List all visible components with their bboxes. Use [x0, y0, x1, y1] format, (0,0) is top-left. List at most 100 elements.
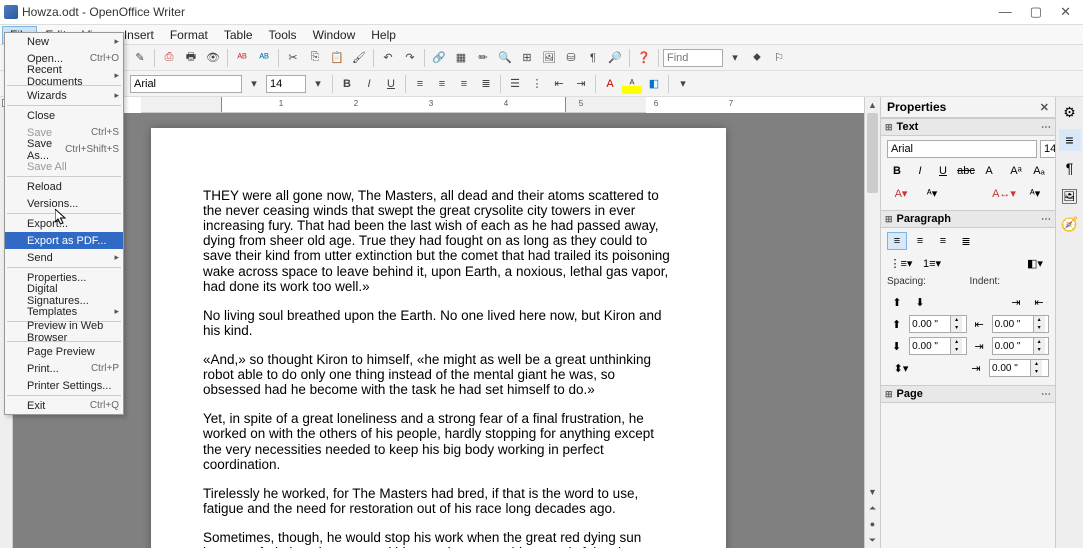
sidebar-styles-icon[interactable]: ¶ — [1059, 157, 1081, 179]
props-sub-button[interactable]: Aₐ — [1029, 162, 1049, 180]
paragraph[interactable]: No living soul breathed upon the Earth. … — [203, 308, 674, 338]
spacing-below-field[interactable]: ▴▾ — [909, 337, 966, 355]
underline-button[interactable]: U — [381, 74, 401, 94]
bold-button[interactable]: B — [337, 74, 357, 94]
menu-table[interactable]: Table — [216, 26, 261, 44]
indent-left-field[interactable]: ▴▾ — [992, 315, 1049, 333]
right-indent-icon[interactable]: ⇥ — [970, 337, 989, 355]
minimize-button[interactable]: — — [999, 4, 1012, 20]
file-menu-item[interactable]: Send — [5, 249, 123, 266]
scroll-up-icon[interactable]: ▲ — [865, 97, 880, 113]
paragraph[interactable]: Sometimes, though, he would stop his wor… — [203, 530, 674, 548]
file-menu-item[interactable]: Versions... — [5, 195, 123, 212]
props-kerning-button[interactable]: ᴬ▾ — [1021, 184, 1049, 202]
props-align-left[interactable]: ≡ — [887, 232, 907, 250]
file-menu-item[interactable]: Page Preview — [5, 343, 123, 360]
navigator-icon[interactable]: ⊞ — [517, 48, 537, 68]
preview-icon[interactable]: 👁 — [203, 48, 223, 68]
increase-indent-icon[interactable]: ⇥ — [1006, 293, 1026, 311]
menu-help[interactable]: Help — [363, 26, 404, 44]
scroll-thumb[interactable] — [867, 113, 878, 193]
italic-button[interactable]: I — [359, 74, 379, 94]
bullets-button[interactable]: ⋮ — [527, 74, 547, 94]
properties-close-icon[interactable]: ✕ — [1040, 101, 1049, 114]
paragraph[interactable]: Yet, in spite of a great loneliness and … — [203, 411, 674, 471]
decrease-indent-button[interactable]: ⇤ — [549, 74, 569, 94]
cut-icon[interactable]: ✂ — [283, 48, 303, 68]
decrease-spacing-icon[interactable]: ⬇ — [910, 293, 930, 311]
more-icon[interactable]: ⋯ — [1041, 214, 1051, 225]
edit-file-icon[interactable]: ✎ — [130, 48, 150, 68]
file-menu-item[interactable]: Save As...Ctrl+Shift+S — [5, 141, 123, 158]
find-next-icon[interactable]: ▾ — [725, 48, 745, 68]
props-super-button[interactable]: Aᵃ — [1006, 162, 1026, 180]
props-underline-button[interactable]: U — [933, 162, 953, 180]
props-numbering-button[interactable]: 1≡▾ — [918, 254, 946, 272]
align-justify-button[interactable]: ≣ — [476, 74, 496, 94]
format-paintbrush-icon[interactable]: 🖌 — [349, 48, 369, 68]
line-spacing-button[interactable]: ⬍▾ — [887, 359, 915, 377]
scroll-down-icon[interactable]: ▼ — [865, 484, 880, 500]
align-center-button[interactable]: ≡ — [432, 74, 452, 94]
sidebar-navigator-icon[interactable]: 🧭 — [1059, 213, 1081, 235]
close-button[interactable]: ✕ — [1060, 4, 1071, 20]
left-indent-icon[interactable]: ⇤ — [970, 315, 989, 333]
props-bold-button[interactable]: B — [887, 162, 907, 180]
file-menu-item[interactable]: Wizards — [5, 87, 123, 104]
increase-indent-button[interactable]: ⇥ — [571, 74, 591, 94]
file-menu-item[interactable]: Recent Documents — [5, 67, 123, 84]
align-right-button[interactable]: ≡ — [454, 74, 474, 94]
font-size-select[interactable] — [266, 75, 306, 93]
font-size-dropdown-icon[interactable]: ▾ — [308, 74, 328, 94]
find-input[interactable] — [663, 49, 723, 67]
below-spacing-icon[interactable]: ⬇ — [887, 337, 906, 355]
align-left-button[interactable]: ≡ — [410, 74, 430, 94]
file-menu-item[interactable]: New — [5, 33, 123, 50]
file-menu-item[interactable]: Reload — [5, 178, 123, 195]
file-menu-item[interactable]: Digital Signatures... — [5, 286, 123, 303]
numbering-button[interactable]: ☰ — [505, 74, 525, 94]
redo-icon[interactable]: ↷ — [400, 48, 420, 68]
export-pdf-icon[interactable]: ⎙ — [159, 48, 179, 68]
highlight-button[interactable]: ᴬ — [622, 74, 642, 94]
paragraph[interactable]: «And,» so thought Kiron to himself, «he … — [203, 352, 674, 397]
bg-color-button[interactable]: ◧ — [644, 74, 664, 94]
more-icon[interactable]: ⋯ — [1041, 389, 1051, 400]
props-highlight-button[interactable]: ᴬ▾ — [918, 184, 946, 202]
decrease-indent-icon[interactable]: ⇤ — [1029, 293, 1049, 311]
file-menu-item[interactable]: Printer Settings... — [5, 377, 123, 394]
props-italic-button[interactable]: I — [910, 162, 930, 180]
maximize-button[interactable]: ▢ — [1030, 4, 1042, 20]
props-font-select[interactable] — [887, 140, 1037, 158]
find-prev-icon[interactable]: ⬥ — [747, 48, 767, 68]
gallery-icon[interactable]: 🖼 — [539, 48, 559, 68]
more-formatting-icon[interactable]: ▾ — [673, 74, 693, 94]
increase-spacing-icon[interactable]: ⬆ — [887, 293, 907, 311]
sidebar-gallery-icon[interactable]: 🖼 — [1059, 185, 1081, 207]
menu-tools[interactable]: Tools — [261, 26, 305, 44]
data-sources-icon[interactable]: ⛁ — [561, 48, 581, 68]
file-menu-item[interactable]: Print...Ctrl+P — [5, 360, 123, 377]
file-menu-item[interactable]: ExitCtrl+Q — [5, 397, 123, 414]
props-bgcolor-button[interactable]: ◧▾ — [1021, 254, 1049, 272]
help-icon[interactable]: ❓ — [634, 48, 654, 68]
spellcheck-icon[interactable]: ᴬᴮ — [232, 48, 252, 68]
first-line-indent-icon[interactable]: ⇥ — [966, 359, 986, 377]
prev-page-icon[interactable]: ⏶ — [865, 500, 880, 516]
paragraph[interactable]: Tirelessly he worked, for The Masters ha… — [203, 486, 674, 516]
zoom-icon[interactable]: 🔎 — [605, 48, 625, 68]
paragraph-section-header[interactable]: Paragraph⋯ — [881, 210, 1055, 228]
font-color-button[interactable]: A — [600, 74, 620, 94]
hyperlink-icon[interactable]: 🔗 — [429, 48, 449, 68]
indent-right-field[interactable]: ▴▾ — [992, 337, 1049, 355]
table-icon[interactable]: ▦ — [451, 48, 471, 68]
props-align-justify[interactable]: ≣ — [956, 232, 976, 250]
find-all-icon[interactable]: ⚐ — [769, 48, 789, 68]
auto-spellcheck-icon[interactable]: ᴬᴮ — [254, 48, 274, 68]
undo-icon[interactable]: ↶ — [378, 48, 398, 68]
menu-window[interactable]: Window — [305, 26, 364, 44]
horizontal-ruler[interactable]: 1 2 3 4 5 6 7 — [141, 97, 646, 113]
file-menu-item[interactable]: Export as PDF... — [5, 232, 123, 249]
print-icon[interactable]: 🖶 — [181, 48, 201, 68]
props-shadow-button[interactable]: A — [979, 162, 999, 180]
